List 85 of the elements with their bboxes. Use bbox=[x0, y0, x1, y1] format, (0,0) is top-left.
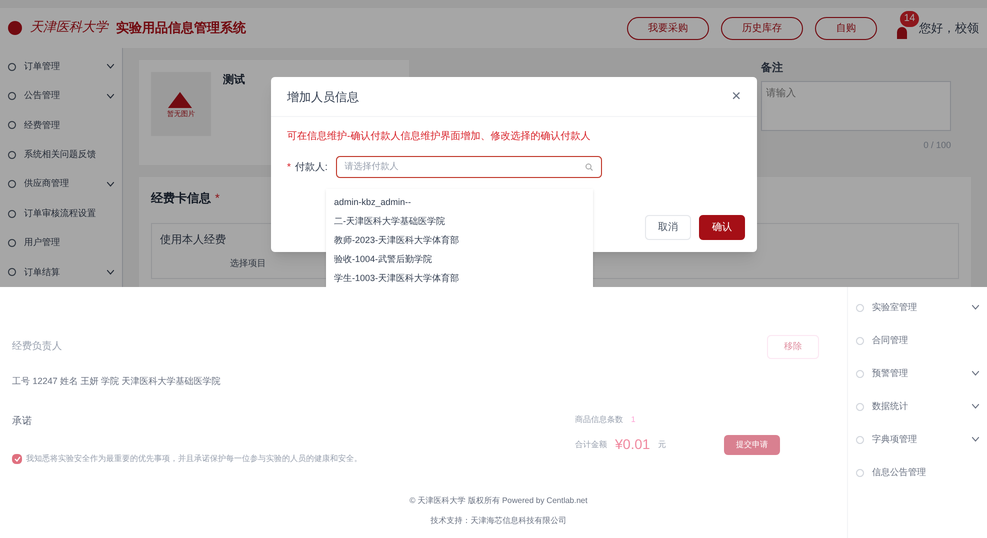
user-greeting[interactable]: 您好，校领 bbox=[919, 19, 979, 37]
header-button[interactable]: 自购 bbox=[815, 16, 877, 40]
menu-item[interactable]: 系统相关问题反馈 bbox=[0, 140, 122, 170]
menu-label: 供应商管理 bbox=[24, 177, 70, 190]
dropdown-option[interactable]: admin-kbz_admin-- bbox=[326, 193, 593, 212]
search-icon bbox=[584, 163, 593, 171]
dialog-title: 增加人员信息 bbox=[287, 88, 359, 106]
menu-item[interactable]: 公告管理 bbox=[0, 81, 122, 111]
currency-unit: 元 bbox=[658, 438, 666, 450]
menu-icon bbox=[8, 92, 16, 100]
remark-label: 备注 bbox=[761, 60, 784, 76]
menu-item[interactable]: 订单审核流程设置 bbox=[0, 198, 122, 228]
menu-label: 字典项管理 bbox=[872, 432, 918, 446]
fund-option-label: 使用本人经费 bbox=[160, 233, 226, 248]
menu-icon bbox=[8, 210, 16, 218]
total-amount: ¥0.01 bbox=[615, 435, 650, 454]
select-project-link[interactable]: 选择项目 bbox=[230, 256, 266, 270]
menu-icon bbox=[8, 268, 16, 276]
menu-item[interactable]: 数据统计 bbox=[848, 390, 987, 423]
menu-item[interactable]: 信息公告管理 bbox=[848, 456, 987, 489]
payer-label: 付款人: bbox=[294, 160, 328, 174]
total-label: 合计金额 bbox=[575, 438, 607, 450]
menu-item[interactable]: 字典项管理 bbox=[848, 423, 987, 456]
footer-text: 技术支持：天津海芯信息科技有限公司 bbox=[430, 515, 566, 527]
menu-icon bbox=[8, 238, 16, 247]
menu-label: 经费管理 bbox=[24, 118, 61, 132]
checkbox[interactable] bbox=[12, 454, 22, 464]
dropdown-option[interactable]: 二-天津医科大学基础医学院 bbox=[326, 212, 593, 231]
dropdown-option[interactable]: 验收-1004-武警后勤学院 bbox=[326, 250, 593, 269]
menu-icon bbox=[8, 180, 16, 188]
menu-item[interactable]: 用户管理 bbox=[0, 228, 122, 258]
character-counter: 0 / 100 bbox=[922, 138, 951, 152]
item-count: 1 bbox=[631, 414, 636, 426]
notice-text: 可在信息维护-确认付款人信息维护界面增加、修改选择的确认付款人 bbox=[286, 130, 592, 144]
menu-item[interactable]: 订单管理 bbox=[0, 52, 122, 82]
required-mark: * bbox=[215, 190, 220, 207]
menu-item[interactable]: 预警管理 bbox=[848, 357, 987, 390]
menu-label: 订单结算 bbox=[24, 266, 61, 279]
required-mark: * bbox=[287, 160, 291, 174]
confirm-button[interactable]: 确认 bbox=[699, 215, 745, 240]
system-title: 实验用品信息管理系统 bbox=[116, 19, 246, 38]
menu-icon bbox=[856, 304, 864, 312]
menu-item[interactable]: 合同管理 bbox=[848, 324, 987, 357]
menu-item[interactable]: 实验室管理 bbox=[848, 291, 987, 324]
close-button[interactable]: × bbox=[732, 84, 741, 108]
menu-icon bbox=[856, 370, 864, 378]
menu-label: 订单管理 bbox=[24, 60, 61, 73]
menu-label: 订单审核流程设置 bbox=[24, 206, 97, 220]
bell-icon[interactable] bbox=[897, 27, 907, 39]
menu-icon bbox=[856, 436, 864, 444]
menu-icon bbox=[856, 336, 864, 344]
item-count-label: 商品信息条数 bbox=[575, 414, 623, 426]
menu-label: 数据统计 bbox=[872, 400, 909, 413]
section-title: 经费负责人 bbox=[12, 340, 63, 354]
menu-icon bbox=[8, 150, 16, 159]
footer-text: © 天津医科大学 版权所有 Powered by Centlab.net bbox=[410, 495, 588, 507]
menu-label: 实验室管理 bbox=[872, 300, 918, 314]
menu-label: 公告管理 bbox=[24, 89, 61, 102]
menu-icon bbox=[8, 62, 16, 71]
menu-icon bbox=[856, 468, 864, 476]
dropdown-option[interactable]: 教师-2023-天津医科大学体育部 bbox=[326, 231, 593, 250]
logo-icon bbox=[8, 21, 22, 35]
university-logo-text: 天津医科大学 bbox=[30, 19, 108, 38]
dropdown-option[interactable]: 学生-1003-天津医科大学体育部 bbox=[326, 269, 593, 287]
notification-badge: 14 bbox=[900, 11, 920, 27]
header-button[interactable]: 历史库存 bbox=[721, 16, 803, 40]
menu-item[interactable]: 供应商管理 bbox=[0, 170, 122, 199]
menu-label: 系统相关问题反馈 bbox=[24, 148, 97, 162]
pledge-text: 我知悉将实验安全作为最重要的优先事项，并且承诺保护每一位参与实验的人员的健康和安全。 bbox=[26, 453, 362, 465]
product-name: 测试 bbox=[223, 72, 245, 88]
placeholder: 请选择付款人 bbox=[344, 160, 400, 174]
menu-icon bbox=[8, 121, 16, 130]
section-title: 经费卡信息 bbox=[151, 190, 211, 207]
menu-item[interactable]: 订单结算 bbox=[0, 258, 122, 287]
section-title: 承诺 bbox=[12, 414, 33, 429]
menu-label: 信息公告管理 bbox=[872, 466, 927, 479]
cancel-button[interactable]: 取消 bbox=[645, 215, 691, 240]
menu-label: 合同管理 bbox=[872, 334, 909, 347]
menu-item[interactable]: 经费管理 bbox=[0, 110, 122, 140]
menu-label: 用户管理 bbox=[24, 236, 61, 250]
menu-icon bbox=[856, 402, 864, 410]
header-button[interactable]: 我要采购 bbox=[627, 16, 709, 40]
fund-owner-details: 工号 12247 姓名 王妍 学院 天津医科大学基础医学院 bbox=[12, 374, 222, 388]
menu-label: 预警管理 bbox=[872, 366, 909, 380]
remark-field[interactable]: 请输入 bbox=[761, 80, 951, 130]
